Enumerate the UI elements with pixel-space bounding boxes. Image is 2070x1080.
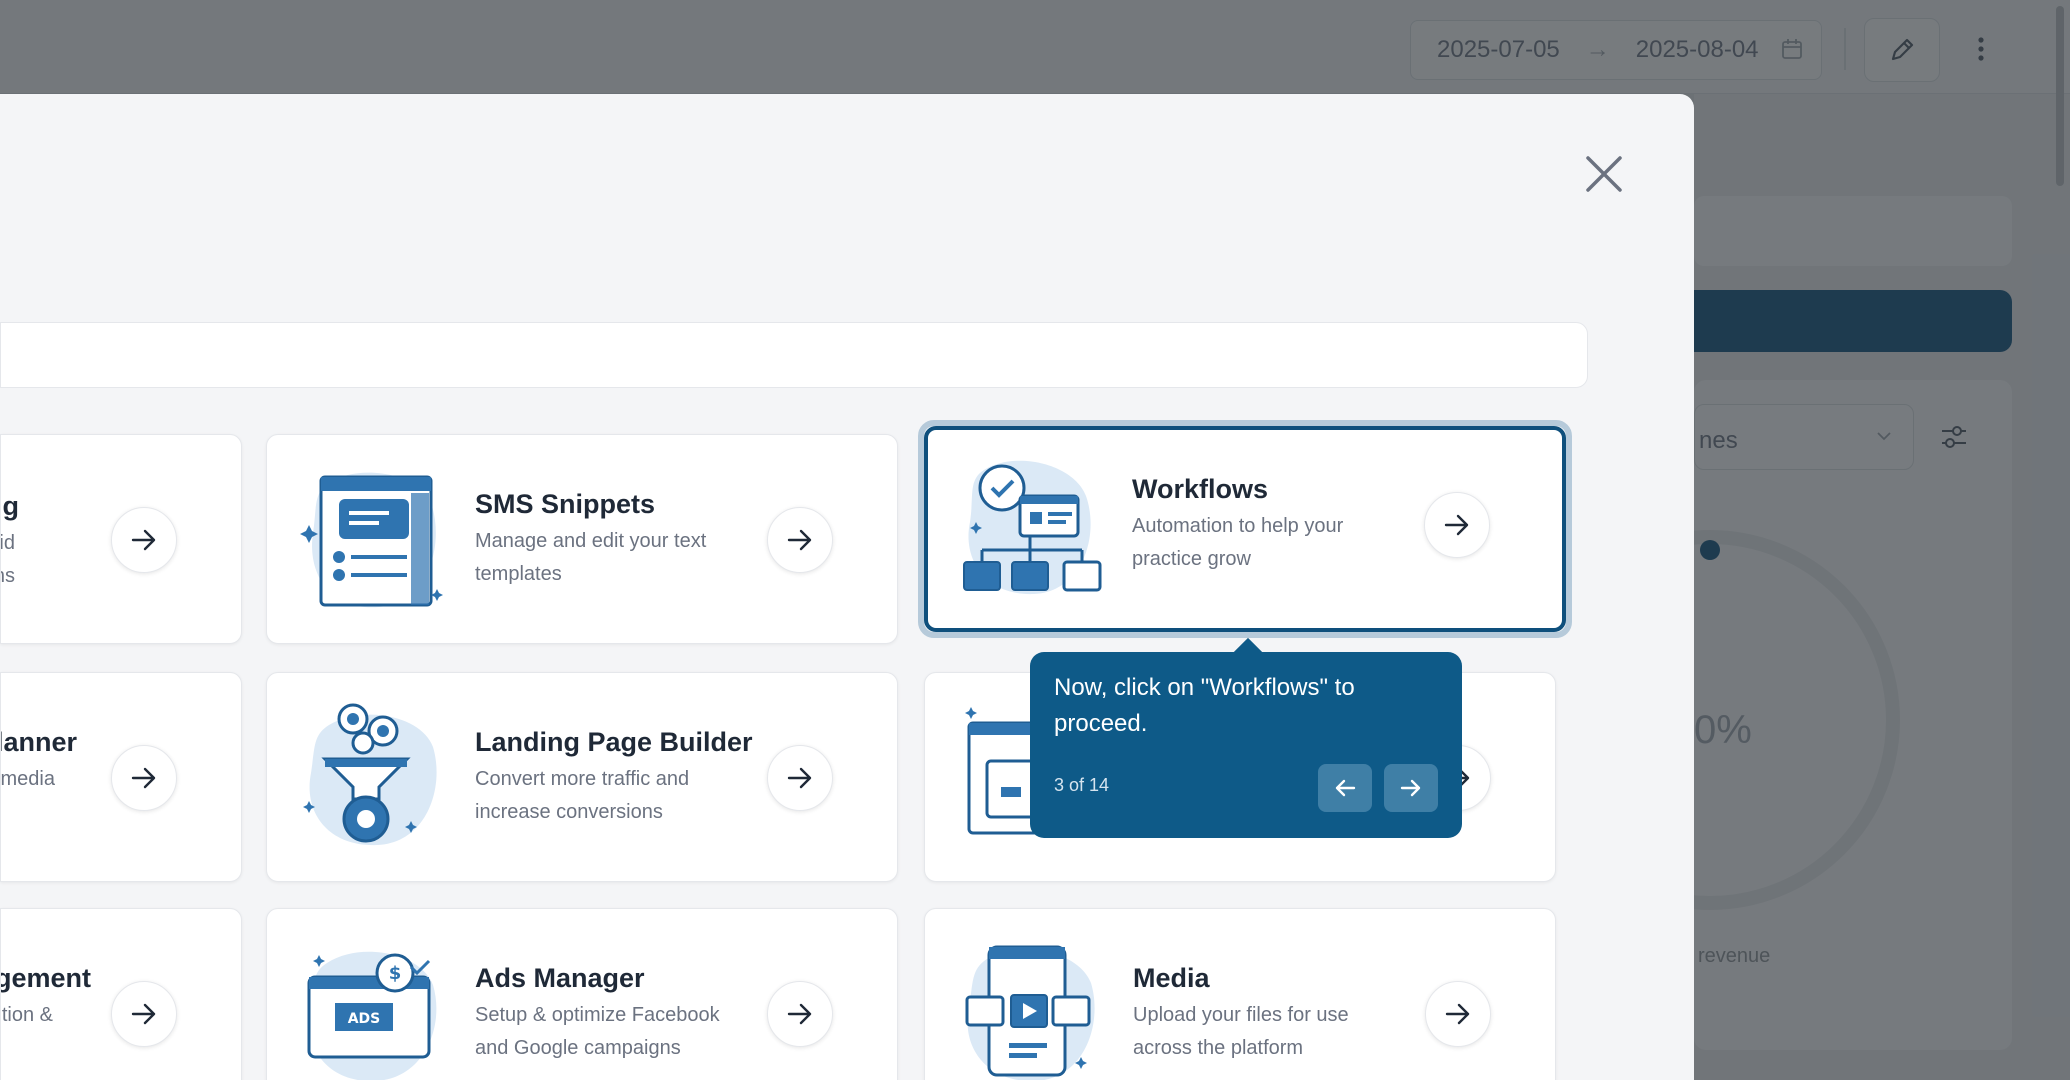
svg-text:ADS: ADS: [348, 1011, 381, 1027]
svg-text:$: $: [389, 963, 402, 984]
card-desc: ns: [1, 565, 15, 587]
arrow-right-icon: [787, 1003, 812, 1025]
arrow-right-icon: [131, 1003, 156, 1025]
open-button[interactable]: [767, 745, 833, 811]
app-card-partial-2[interactable]: lanner media: [0, 672, 242, 882]
arrow-left-icon: [1335, 779, 1356, 797]
open-button[interactable]: [111, 981, 177, 1047]
app-card-sms-snippets[interactable]: SMS Snippets Manage and edit your text t…: [266, 434, 898, 644]
app-card-workflows[interactable]: Workflows Automation to help your practi…: [924, 426, 1566, 632]
tooltip-message: Now, click on "Workflows" to proceed.: [1054, 674, 1355, 737]
open-button[interactable]: [767, 507, 833, 573]
tooltip-step-counter: 3 of 14: [1054, 775, 1110, 795]
app-card-partial-3[interactable]: gement tion &: [0, 908, 242, 1080]
card-title: gement: [0, 963, 91, 993]
workflows-illustration: [963, 460, 1102, 595]
ads-manager-illustration: ADS $: [307, 951, 437, 1080]
arrow-right-icon: [1444, 514, 1469, 536]
open-button[interactable]: [1425, 981, 1491, 1047]
card-desc: media: [0, 768, 55, 790]
card-desc: Automation to help your practice grow: [1132, 515, 1344, 570]
media-illustration: [965, 945, 1095, 1080]
arrow-right-icon: [131, 529, 156, 551]
close-icon[interactable]: [1582, 152, 1626, 196]
arrow-right-icon: [787, 529, 812, 551]
card-desc: Upload your files for use across the pla…: [1133, 1004, 1349, 1059]
app-card-ads-manager[interactable]: ADS $ Ads Manager Setup & optimize Faceb…: [266, 908, 898, 1080]
arrow-right-icon: [1400, 779, 1421, 797]
tour-prev-button[interactable]: [1318, 764, 1372, 812]
app-card-media[interactable]: Media Upload your files for use across t…: [924, 908, 1556, 1080]
arrow-right-icon: [787, 767, 812, 789]
open-button[interactable]: [111, 745, 177, 811]
search-input[interactable]: [0, 322, 1588, 388]
sms-snippets-illustration: [300, 472, 443, 608]
tour-tooltip: Now, click on "Workflows" to proceed. 3 …: [1030, 637, 1462, 838]
card-desc: Setup & optimize Facebook and Google cam…: [475, 1004, 720, 1059]
app-card-partial-1[interactable]: g id ns: [0, 434, 242, 644]
card-title: g: [2, 491, 20, 521]
card-title: lanner: [0, 727, 77, 757]
card-desc: Manage and edit your text templates: [475, 530, 707, 585]
card-desc: Convert more traffic and increase conver…: [475, 768, 690, 823]
arrow-right-icon: [131, 767, 156, 789]
open-button[interactable]: [767, 981, 833, 1047]
card-title: Landing Page Builder: [475, 727, 753, 757]
card-title: Media: [1133, 963, 1210, 993]
open-button[interactable]: [111, 507, 177, 573]
open-button[interactable]: [1424, 492, 1490, 558]
app-card-landing-page-builder[interactable]: Landing Page Builder Convert more traffi…: [266, 672, 898, 882]
card-desc: id: [0, 532, 15, 554]
card-title: SMS Snippets: [475, 489, 656, 519]
arrow-right-icon: [1445, 1003, 1470, 1025]
tour-next-button[interactable]: [1384, 764, 1438, 812]
card-desc: tion &: [1, 1004, 53, 1026]
card-title: Ads Manager: [475, 963, 645, 993]
landing-page-builder-illustration: [303, 703, 437, 846]
card-title: Workflows: [1132, 474, 1269, 504]
